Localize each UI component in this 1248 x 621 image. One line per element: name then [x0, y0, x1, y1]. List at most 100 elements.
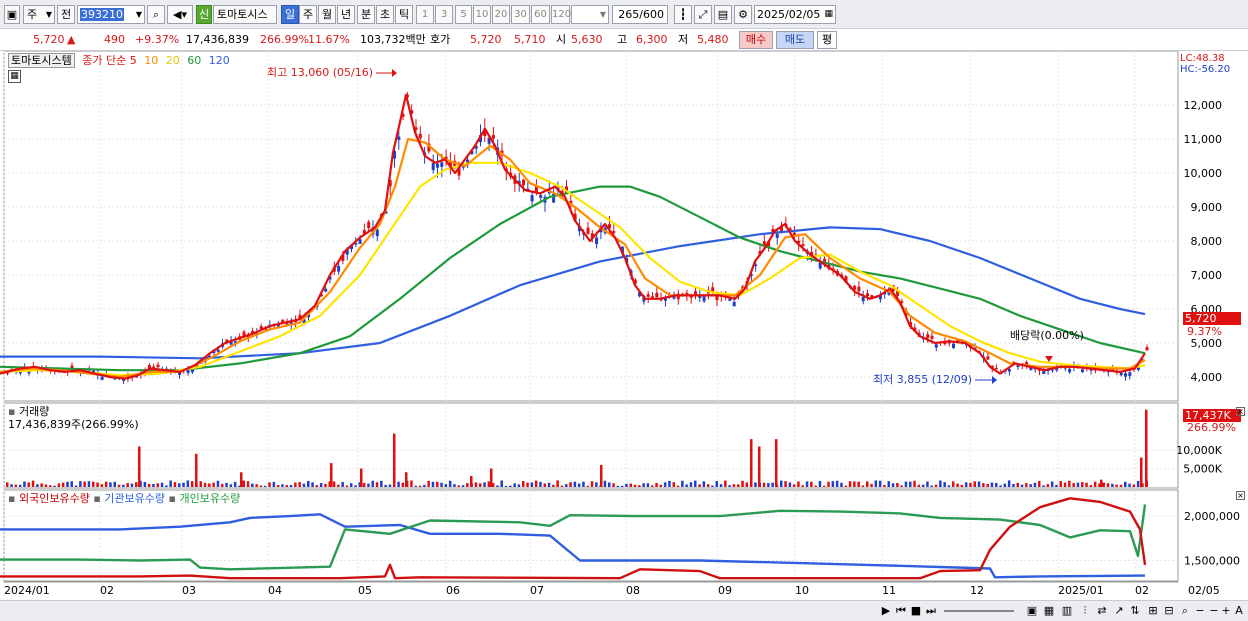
draw-tool-icon[interactable]: ⤢ — [694, 5, 712, 24]
grid-icon[interactable]: ▦ — [1042, 604, 1056, 618]
volume-bar — [835, 480, 839, 487]
volume-bar — [83, 481, 86, 487]
volume-bar — [1102, 482, 1105, 487]
fast-forward-icon[interactable]: ⏭ — [924, 604, 938, 618]
volume-bar — [689, 482, 693, 487]
volume-bar — [276, 485, 280, 487]
rewind-icon[interactable]: ⏮ — [894, 604, 908, 618]
stock-legend[interactable]: 토마토시스템 — [8, 53, 75, 68]
period-select[interactable]: 주 ▼ — [23, 5, 55, 24]
volume-bar — [900, 485, 903, 487]
interval-custom-input[interactable]: ▼ — [571, 5, 609, 24]
overlay-icon[interactable]: ⊟ — [1162, 604, 1176, 618]
volume-bar — [844, 485, 847, 487]
volume-spike-bar — [750, 439, 753, 487]
zoom-slider[interactable] — [944, 610, 1014, 612]
close-icon[interactable]: × — [1236, 407, 1245, 416]
ma60-label: 60 — [187, 54, 202, 67]
volume-bar — [324, 483, 327, 487]
close-icon[interactable]: × — [1236, 491, 1245, 500]
table-icon[interactable]: ▦ — [8, 70, 21, 83]
price-panel — [3, 51, 1179, 402]
period-button[interactable]: 초 — [376, 5, 394, 24]
volume-bar — [461, 485, 465, 487]
save-icon[interactable]: ▤ — [714, 5, 732, 24]
candle-body — [1124, 373, 1127, 377]
chart-area[interactable]: 4,000 5,000 6,000 7,000 8,000 9,000 10,000 11,0… — [0, 51, 1248, 621]
x-axis-label: 12 — [970, 584, 984, 597]
minus-icon[interactable]: − — [1208, 604, 1220, 618]
screenshot-icon[interactable]: ▣ — [1025, 604, 1039, 618]
interval-button[interactable]: 20 — [492, 5, 510, 24]
volume-bar — [483, 482, 486, 487]
volume-bar — [818, 480, 822, 487]
foreign-holding-label: 외국인보유수량 — [18, 492, 90, 505]
volume-bar — [66, 481, 69, 487]
volume-bar — [130, 483, 134, 487]
period-button[interactable]: 틱 — [395, 5, 413, 24]
volume-bar — [109, 482, 112, 487]
font-size-icon[interactable]: A — [1233, 604, 1245, 618]
chart-type-icon[interactable]: ⫶ — [1078, 604, 1092, 618]
open-label: 시 — [556, 33, 567, 46]
zoom-icon[interactable]: ⌕ — [1178, 604, 1192, 618]
interval-button[interactable]: 60 — [531, 5, 550, 24]
split-icon[interactable]: ⊞ — [1146, 604, 1160, 618]
volume-bar — [410, 480, 413, 487]
period-button[interactable]: 월 — [318, 5, 336, 24]
period-button[interactable]: 주 — [299, 5, 317, 24]
zoom-out-icon[interactable]: − — [1194, 604, 1206, 618]
volume-spike-bar — [1100, 479, 1103, 487]
volume-bar — [595, 482, 598, 487]
scroll-bar[interactable]: ▶ ⏮ ■ ⏭ ▣ ▦ ▥ ⫶ ⇄ ↗ ⇅ ⊞ ⊟ ⌕ − − + A — [0, 600, 1248, 621]
window-icon[interactable]: ▣ — [4, 5, 20, 24]
interval-button[interactable]: 5 — [455, 5, 472, 24]
interval-button[interactable]: 3 — [435, 5, 453, 24]
gear-icon[interactable]: ⚙ — [734, 5, 752, 24]
plus-icon[interactable]: + — [1220, 604, 1232, 618]
volume-bar — [147, 483, 151, 487]
volume-bar — [23, 481, 26, 487]
volume-bar — [814, 485, 817, 487]
layout-icon[interactable]: ▥ — [1060, 604, 1074, 618]
volume-bar — [1068, 480, 1071, 487]
interval-button[interactable]: 10 — [473, 5, 491, 24]
volume-bar — [737, 484, 740, 487]
change-pct: +9.37% — [135, 33, 180, 46]
volume-bar — [909, 481, 912, 487]
volume-bar — [474, 482, 478, 487]
stop-icon[interactable]: ■ — [910, 604, 922, 618]
search-icon[interactable]: ⌕ — [147, 5, 165, 24]
play-icon[interactable]: ▶ — [880, 604, 892, 618]
volume-bar — [827, 481, 830, 487]
period-button[interactable]: 년 — [337, 5, 355, 24]
sound-icon[interactable]: ◀▾ — [167, 5, 193, 24]
eval-button[interactable]: 평 — [817, 31, 837, 49]
trend-icon[interactable]: ↗ — [1112, 604, 1126, 618]
quote-bar: 5,720 ▲ 490 +9.37% 17,436,839 266.99% 11… — [0, 29, 1248, 51]
volume-bar — [1050, 481, 1054, 487]
volume-bar — [178, 483, 181, 487]
interval-button[interactable]: 30 — [511, 5, 530, 24]
period-button[interactable]: 일 — [281, 5, 299, 24]
sell-button[interactable]: 매도 — [776, 31, 814, 49]
arrow-icon[interactable]: ⇄ — [1095, 604, 1109, 618]
interval-button[interactable]: 1 — [416, 5, 434, 24]
mode-button[interactable]: 전 — [57, 5, 75, 24]
compare-icon[interactable]: ⇅ — [1128, 604, 1142, 618]
buy-button[interactable]: 매수 — [739, 31, 773, 49]
data-count-input[interactable]: 265/600 — [612, 5, 668, 24]
stock-code-input[interactable]: 393210 ▼ — [77, 5, 145, 24]
period-button[interactable]: 분 — [357, 5, 375, 24]
volume-panel — [3, 402, 1179, 489]
hc-value: HC:-56.20 — [1180, 64, 1231, 75]
candle-icon[interactable]: ┇ — [674, 5, 692, 24]
volume-bar — [216, 480, 220, 487]
volume-bar — [1042, 485, 1045, 487]
volume-bar — [526, 482, 529, 487]
volume-bar — [1055, 484, 1058, 487]
interval-button[interactable]: 120 — [551, 5, 571, 24]
date-input[interactable]: 2025/02/05 ▦ — [754, 5, 836, 24]
volume-bar — [926, 481, 929, 487]
volume-bar — [698, 484, 701, 487]
